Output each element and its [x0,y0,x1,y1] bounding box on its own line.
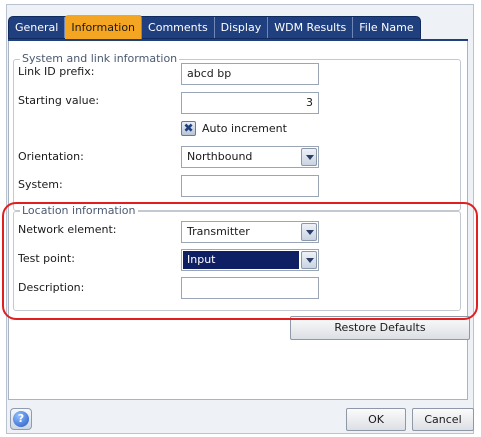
checkmark-x-icon: ✖ [183,121,194,135]
cancel-button[interactable]: Cancel [412,408,474,431]
auto-increment-checkbox[interactable]: ✖ [181,121,196,136]
orientation-label: Orientation: [18,150,84,163]
tab-strip: General Information Comments Display WDM… [8,15,421,39]
restore-defaults-button[interactable]: Restore Defaults [290,316,470,340]
tab-general[interactable]: General [9,17,66,38]
link-id-prefix-input[interactable]: abcd bp [181,63,319,85]
test-point-dropdown[interactable]: Input [181,249,319,271]
auto-increment-label: Auto increment [202,122,287,135]
help-icon: ? [13,411,29,427]
system-label: System: [18,178,63,191]
tab-display[interactable]: Display [215,17,269,38]
starting-value-input[interactable]: 3 [181,92,319,114]
orientation-dropdown[interactable]: Northbound [181,146,319,168]
link-id-prefix-label: Link ID prefix: [18,65,95,78]
network-element-value: Transmitter [187,225,250,238]
tab-file-name[interactable]: File Name [353,17,419,38]
system-input[interactable] [181,175,319,197]
tab-wdm-results[interactable]: WDM Results [268,17,354,38]
orientation-value: Northbound [187,150,253,163]
network-element-label: Network element: [18,223,117,236]
chevron-down-icon[interactable] [301,223,317,241]
test-point-value: Input [183,251,299,269]
starting-value-label: Starting value: [18,94,100,107]
location-group-title: Location information [20,204,138,218]
tab-information[interactable]: Information [65,15,143,39]
network-element-dropdown[interactable]: Transmitter [181,221,319,243]
chevron-down-icon[interactable] [301,251,317,269]
chevron-down-icon[interactable] [301,148,317,166]
description-input[interactable] [181,277,319,299]
tab-comments[interactable]: Comments [142,17,215,38]
system-link-group-title: System and link information [20,52,180,66]
help-button[interactable]: ? [10,408,32,430]
information-panel: System and link information Link ID pref… [8,41,470,400]
description-label: Description: [18,281,85,294]
test-point-label: Test point: [18,252,75,265]
ok-button[interactable]: OK [346,408,406,431]
